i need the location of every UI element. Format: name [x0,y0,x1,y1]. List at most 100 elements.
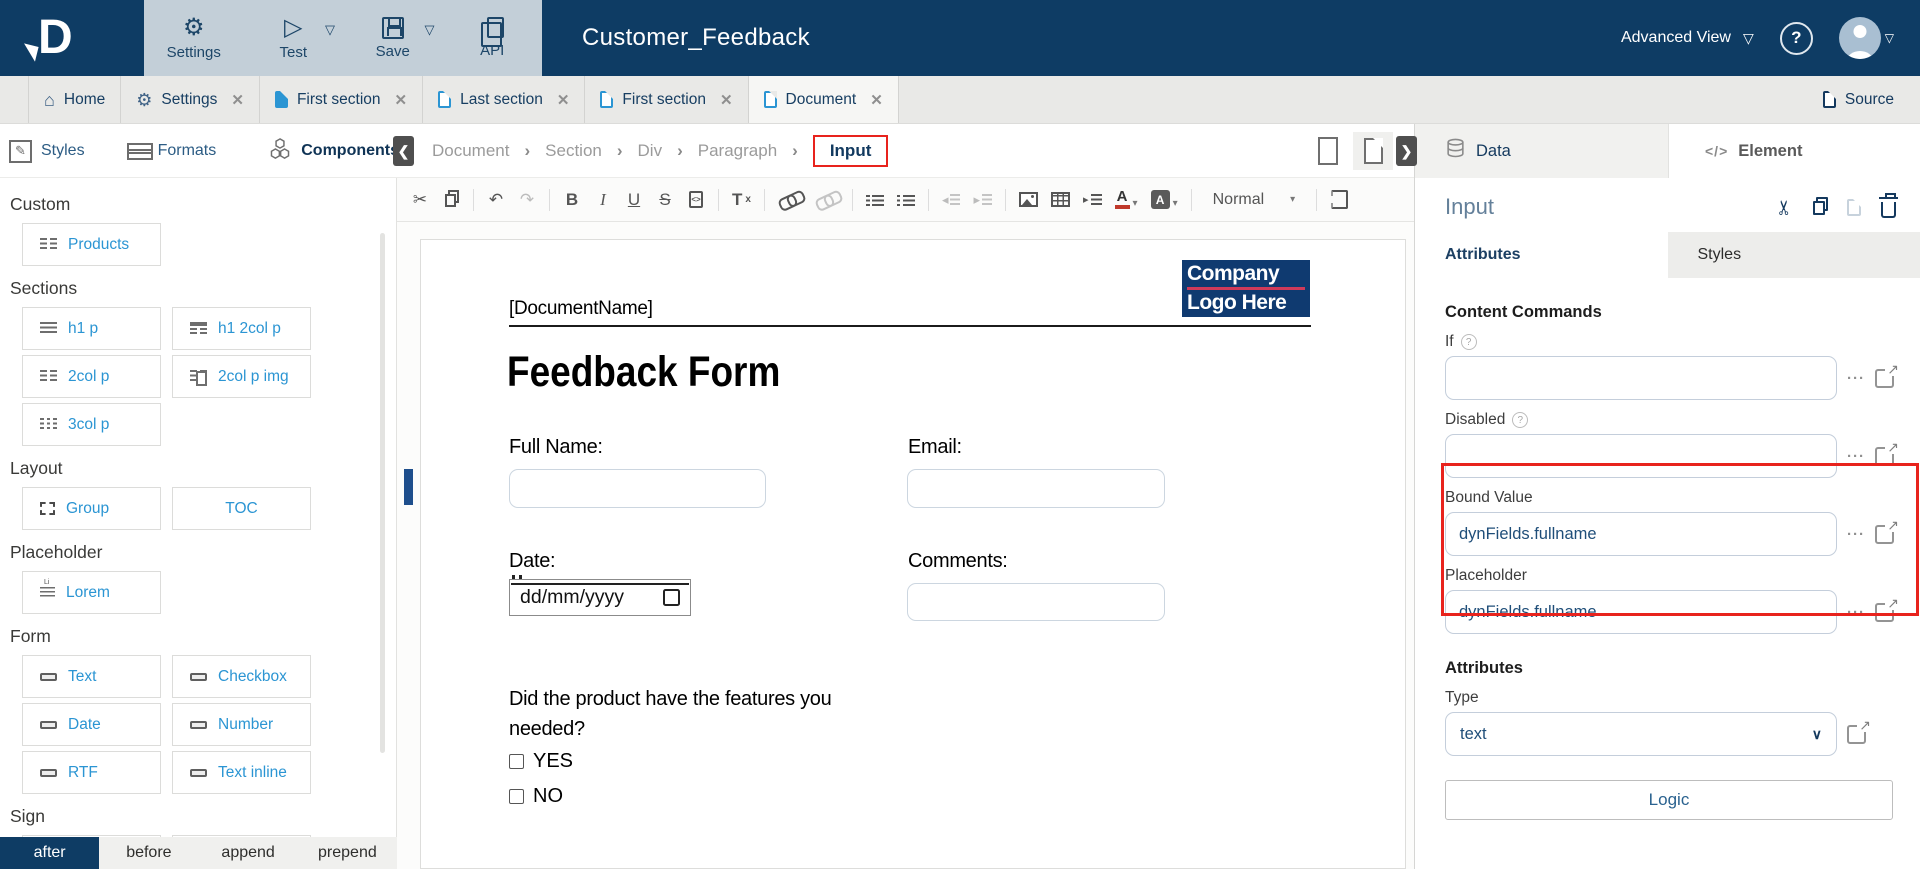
remove-format-button[interactable]: Tx [732,190,751,210]
email-input[interactable] [907,469,1165,508]
close-icon[interactable]: ✕ [870,91,883,109]
external-link-icon[interactable] [1875,525,1894,544]
indent-button[interactable]: ▸ [973,190,992,210]
link-button[interactable] [778,194,802,206]
ordered-list-button[interactable] [866,194,884,206]
checkbox-icon[interactable] [509,754,524,769]
formats-tool-tab[interactable]: Formats [127,142,217,160]
more-options-icon[interactable]: ··· [1847,526,1865,543]
cut-button[interactable]: ✂ [411,190,429,210]
document-heading[interactable]: Feedback Form [507,348,780,397]
calendar-icon[interactable] [663,589,680,606]
tab-attributes[interactable]: Attributes [1415,232,1668,278]
save-dropdown-icon[interactable]: ▽ [425,22,435,38]
api-button[interactable]: API [443,0,543,76]
collapse-panel-button[interactable]: ❯ [1396,136,1417,166]
option-no-row[interactable]: NO [509,785,563,808]
insert-image-button[interactable] [1019,192,1038,207]
placeholder-input[interactable] [1445,590,1837,634]
date-label[interactable]: Date: [509,550,555,573]
component-card-text-inline[interactable]: Text inline [172,751,311,794]
component-card-2col-p[interactable]: 2col p [22,355,161,398]
redo-button[interactable]: ↷ [518,190,536,210]
full-name-input[interactable] [509,469,766,508]
unlink-button[interactable] [815,194,839,206]
component-card-number[interactable]: Number [172,703,311,746]
tab-last-section[interactable]: Last section ✕ [423,76,585,123]
underline-button[interactable]: U [625,190,643,210]
bullet-list-button[interactable] [897,194,915,206]
bold-button[interactable]: B [563,190,581,210]
breadcrumb-div[interactable]: Div [638,141,663,161]
insert-table-button[interactable] [1051,192,1070,207]
advanced-view-selector[interactable]: Advanced View ▽ [1621,29,1754,47]
tab-first-section[interactable]: First section ✕ [260,76,423,123]
checkbox-icon[interactable] [509,789,524,804]
delete-element-button[interactable] [1881,197,1896,218]
email-label[interactable]: Email: [908,436,962,459]
show-blocks-button[interactable] [1330,190,1348,209]
external-link-icon[interactable] [1875,603,1894,622]
copy-element-button[interactable] [1813,199,1827,215]
if-input[interactable] [1445,356,1837,400]
test-button[interactable]: ▷ Test ▽ [244,0,344,76]
text-color-button[interactable]: A▾ [1115,190,1138,209]
tab-home[interactable]: ⌂ Home [28,76,121,123]
component-card-text[interactable]: Text [22,655,161,698]
help-button[interactable]: ? [1780,22,1813,55]
tab-styles[interactable]: Styles [1668,232,1920,278]
component-card-h1-p[interactable]: h1 p [22,307,161,350]
close-icon[interactable]: ✕ [395,91,408,109]
components-tool-tab[interactable]: Components [268,138,399,165]
component-card-3col-p[interactable]: 3col p [22,403,161,446]
insert-tab-prepend[interactable]: prepend [298,837,397,869]
more-options-icon[interactable]: ··· [1847,448,1865,465]
help-icon[interactable]: ? [1461,334,1477,350]
insert-tab-after[interactable]: after [0,837,99,869]
breadcrumb-paragraph[interactable]: Paragraph [698,141,777,161]
close-icon[interactable]: ✕ [231,91,244,109]
undo-button[interactable]: ↶ [487,190,505,210]
date-input[interactable]: dd/mm/yyyy [509,579,691,616]
type-select[interactable]: text ∨ [1445,712,1837,756]
tab-settings[interactable]: ⚙ Settings ✕ [121,76,260,123]
insert-block-button[interactable]: ▸ [1083,190,1102,210]
save-button[interactable]: Save ▽ [343,0,443,76]
test-dropdown-icon[interactable]: ▽ [325,22,335,38]
logic-button[interactable]: Logic [1445,780,1893,820]
tab-first-section-2[interactable]: First section ✕ [585,76,748,123]
data-tab[interactable]: Data [1415,124,1669,178]
comments-label[interactable]: Comments: [908,550,1008,573]
component-card-checkbox[interactable]: Checkbox [172,655,311,698]
disabled-input[interactable] [1445,434,1837,478]
document-name-placeholder[interactable]: [DocumentName] [509,298,653,320]
component-card-h1-2col-p[interactable]: h1 2col p [172,307,311,350]
full-page-view-button[interactable] [1308,132,1348,170]
component-card-products[interactable]: Products [22,223,161,266]
styles-tool-tab[interactable]: ✎ Styles [9,140,85,163]
company-logo-placeholder[interactable]: Company Logo Here [1182,260,1310,317]
full-name-label[interactable]: Full Name: [509,436,603,459]
cut-element-button[interactable]: ✂ [1776,195,1793,220]
close-icon[interactable]: ✕ [720,91,733,109]
insert-tab-before[interactable]: before [99,837,198,869]
component-card-group[interactable]: Group [22,487,161,530]
background-color-button[interactable]: A▾ [1151,190,1178,209]
more-options-icon[interactable]: ··· [1847,604,1865,621]
question-text[interactable]: Did the product have the features you ne… [509,684,901,744]
outdent-button[interactable]: ◂ [942,190,961,210]
source-view-button[interactable]: <> [687,191,705,208]
component-card-2col-p-img[interactable]: 2col p img [172,355,311,398]
close-icon[interactable]: ✕ [557,91,570,109]
component-card-toc[interactable]: TOC [172,487,311,530]
bound-value-input[interactable] [1445,512,1837,556]
italic-button[interactable]: I [594,190,612,210]
breadcrumb-input-highlighted[interactable]: Input [813,135,889,167]
component-card-lorem[interactable]: Lorem [22,571,161,614]
document-view-button[interactable] [1353,132,1393,170]
component-card-date[interactable]: Date [22,703,161,746]
breadcrumb-document[interactable]: Document [432,141,509,161]
comments-input[interactable] [907,583,1165,621]
collapse-sidebar-button[interactable]: ❮ [393,136,414,166]
option-yes-row[interactable]: YES [509,750,573,773]
